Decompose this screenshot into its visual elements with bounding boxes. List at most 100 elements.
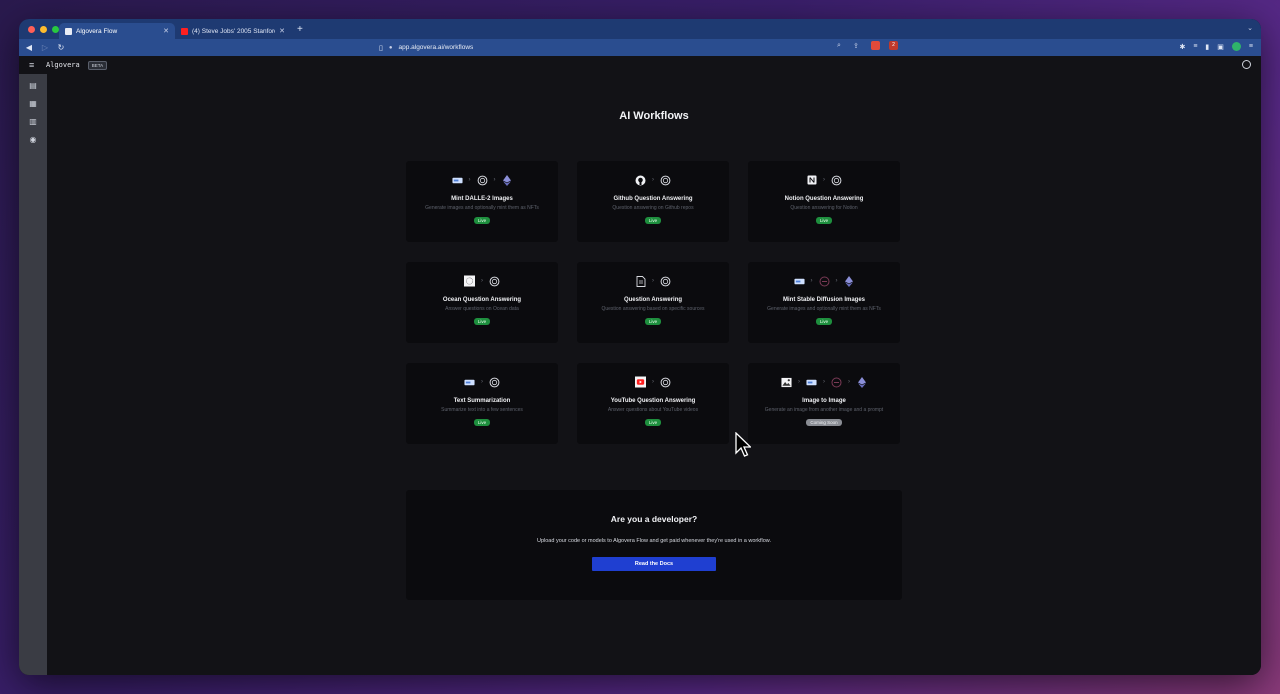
workflow-icons: › › xyxy=(451,174,513,186)
workflow-icons: › › › xyxy=(781,376,867,388)
zoom-icon[interactable]: ⌕ xyxy=(837,42,841,50)
image-icon xyxy=(781,377,792,388)
tab-youtube[interactable]: (4) Steve Jobs' 2005 Stanford Com ✕ xyxy=(175,23,291,39)
user-account-icon[interactable] xyxy=(1242,60,1251,69)
chevron-right-icon: › xyxy=(798,379,800,385)
close-window-button[interactable] xyxy=(28,25,35,33)
toolbar-right: ✱ ≡ ▮ ▣ ≡ xyxy=(1179,42,1253,51)
status-badge: Live xyxy=(815,318,833,325)
workflow-card[interactable]: › YouTube Question Answering Answer questi… xyxy=(577,363,729,444)
status-badge: Live xyxy=(473,217,491,224)
status-badge: Live xyxy=(473,419,491,426)
workflow-card[interactable]: › Notion Question Answering Question answe… xyxy=(748,161,900,242)
text-input-icon xyxy=(793,276,805,287)
workflow-card[interactable]: › › › Image to Image Generate an image from … xyxy=(748,363,900,444)
share-icon[interactable]: ⇪ xyxy=(853,42,859,50)
discord-icon[interactable]: ◉ xyxy=(29,136,37,144)
workflow-title: Image to Image xyxy=(802,398,846,404)
workflow-icons: › xyxy=(464,376,500,388)
youtube-favicon-icon xyxy=(181,27,188,35)
workflow-title: Github Question Answering xyxy=(613,196,693,202)
wallet-icon[interactable]: ▣ xyxy=(1217,43,1224,51)
new-tab-button[interactable]: + xyxy=(297,24,303,35)
workflow-description: Answer questions about YouTube videos xyxy=(607,407,699,413)
menu-icon[interactable]: ≡ xyxy=(1249,43,1253,50)
sidebar-toggle-icon[interactable]: ▮ xyxy=(1205,43,1209,51)
workflow-description: Summarize text into a few sentences xyxy=(441,407,523,413)
close-tab-icon[interactable]: ✕ xyxy=(279,27,285,35)
workflow-grid: › › Mint DALLE-2 Images Generate images and… xyxy=(406,161,902,444)
chevron-right-icon: › xyxy=(493,177,496,183)
tab-list-chevron-icon[interactable]: ⌄ xyxy=(1247,24,1253,32)
openai-icon xyxy=(489,276,500,287)
workflow-title: YouTube Question Answering xyxy=(610,398,696,404)
forward-icon[interactable]: ▷ xyxy=(41,43,49,52)
status-badge: Live xyxy=(644,318,662,325)
chevron-right-icon: › xyxy=(652,379,654,385)
browser-window: Algovera Flow ✕ (4) Steve Jobs' 2005 Sta… xyxy=(19,19,1261,675)
store-icon[interactable]: ▥ xyxy=(29,118,37,126)
workflow-icons: › xyxy=(635,275,671,287)
status-badge: Live xyxy=(815,217,833,224)
openai-icon xyxy=(660,276,671,287)
chevron-right-icon: › xyxy=(481,379,483,385)
bookmark-icon[interactable]: ▯ xyxy=(379,44,383,52)
brand-name[interactable]: Algovera xyxy=(46,61,80,69)
youtube-icon xyxy=(635,376,646,388)
chevron-right-icon: › xyxy=(835,278,838,284)
openai-icon xyxy=(477,175,488,186)
ethereum-icon xyxy=(856,376,867,388)
reload-icon[interactable]: ↻ xyxy=(57,43,65,52)
workflow-card[interactable]: › Text Summarization Summarize text into a… xyxy=(406,363,558,444)
sidebar: ▤ ▦ ▥ ◉ xyxy=(19,74,47,675)
chevron-right-icon: › xyxy=(823,177,825,183)
tab-bar: Algovera Flow ✕ (4) Steve Jobs' 2005 Sta… xyxy=(19,19,1261,39)
profile-avatar[interactable] xyxy=(1231,42,1241,51)
brave-rewards-icon[interactable]: 2 xyxy=(889,41,898,50)
read-docs-button[interactable]: Read the Docs xyxy=(592,557,716,571)
workflow-description: Question answering for Notion xyxy=(790,205,858,211)
minimize-window-button[interactable] xyxy=(40,25,47,33)
extensions-icon[interactable]: ✱ xyxy=(1179,43,1185,51)
openai-icon xyxy=(660,377,671,388)
status-badge: Live xyxy=(644,419,662,426)
back-icon[interactable]: ◀ xyxy=(25,43,33,52)
site-info-icon[interactable]: ● xyxy=(389,45,393,51)
top-nav: ≡ Algovera BETA xyxy=(19,56,1261,74)
workflow-title: Mint Stable Diffusion Images xyxy=(782,297,865,303)
hamburger-menu-icon[interactable]: ≡ xyxy=(29,60,38,70)
url-text[interactable]: app.algovera.ai/workflows xyxy=(398,44,473,51)
workflow-description: Answer questions on Ocean data xyxy=(445,306,519,312)
workflow-title: Question Answering xyxy=(623,297,683,303)
workflow-title: Mint DALLE-2 Images xyxy=(451,196,513,202)
main-content: AI Workflows › › Mint DALLE-2 Images Genera… xyxy=(47,74,1261,675)
workflow-card[interactable]: › › Mint DALLE-2 Images Generate images and… xyxy=(406,161,558,242)
page-title: AI Workflows xyxy=(619,110,689,122)
tab-label: Algovera Flow xyxy=(76,27,118,35)
close-tab-icon[interactable]: ✕ xyxy=(163,27,169,35)
workflow-icons: › xyxy=(635,376,671,388)
workflow-title: Ocean Question Answering xyxy=(442,297,522,303)
chevron-right-icon: › xyxy=(810,278,813,284)
workflow-card[interactable]: › Question Answering Question answering ba… xyxy=(577,262,729,343)
grid-icon[interactable]: ▦ xyxy=(29,100,37,108)
status-badge: Coming Soon xyxy=(806,419,842,426)
tab-algovera-flow[interactable]: Algovera Flow ✕ xyxy=(59,23,175,39)
workflow-card[interactable]: › › Mint Stable Diffusion Images Generate i… xyxy=(748,262,900,343)
text-input-icon xyxy=(806,377,817,388)
workflow-description: Generate images and optionally mint them… xyxy=(767,306,881,312)
ethereum-icon xyxy=(502,174,513,186)
workflow-card[interactable]: › Ocean Question Answering Answer question… xyxy=(406,262,558,343)
workflow-title: Text Summarization xyxy=(453,398,511,404)
reading-list-icon[interactable]: ≡ xyxy=(1193,43,1197,50)
workflow-icons: › xyxy=(464,275,500,287)
workflow-description: Question answering on Github repos xyxy=(612,205,694,211)
maximize-window-button[interactable] xyxy=(52,25,59,33)
workflow-icons: › › xyxy=(793,275,855,287)
workflow-icons: › xyxy=(635,174,671,186)
developer-description: Upload your code or models to Algovera F… xyxy=(536,538,772,544)
chevron-right-icon: › xyxy=(481,278,483,284)
inbox-icon[interactable]: ▤ xyxy=(29,82,37,90)
workflow-card[interactable]: › Github Question Answering Question answe… xyxy=(577,161,729,242)
brave-shield-icon[interactable] xyxy=(871,41,880,50)
